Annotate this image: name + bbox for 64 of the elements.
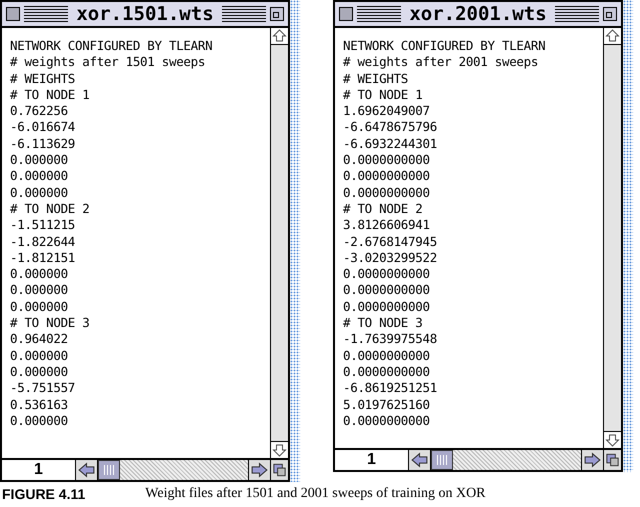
- text-line: -1.812151: [10, 250, 76, 266]
- text-line: # TO NODE 1: [343, 86, 424, 104]
- text-line: NETWORK CONFIGURED BY TLEARN: [343, 38, 546, 54]
- text-line: 0.0000000000: [343, 184, 431, 201]
- close-box[interactable]: [339, 7, 353, 21]
- horizontal-scrollbar[interactable]: [76, 460, 270, 480]
- horizontal-scrollbar[interactable]: [409, 450, 603, 470]
- text-line: # TO NODE 2: [10, 200, 90, 218]
- scroll-thumb[interactable]: [98, 460, 120, 480]
- text-line: 0.0000000000: [343, 152, 431, 168]
- text-line: 0.000000: [10, 298, 69, 316]
- text-line: 0.000000: [10, 152, 69, 168]
- text-line: # weights after 1501 sweeps: [10, 54, 206, 71]
- resize-box-icon[interactable]: [603, 450, 621, 470]
- text-line: 5.0197625160: [343, 396, 431, 413]
- text-line: 0.0000000000: [343, 364, 431, 380]
- text-line: NETWORK CONFIGURED BY TLEARN: [10, 38, 214, 54]
- text-line: # TO NODE 3: [10, 315, 90, 332]
- vertical-scrollbar[interactable]: [270, 28, 288, 458]
- text-line: -1.822644: [10, 234, 76, 250]
- text-line: 0.0000000000: [343, 168, 431, 185]
- text-line: -6.6478675796: [343, 119, 438, 136]
- window-title: xor.2001.wts: [408, 2, 548, 27]
- text-line: -6.016674: [10, 119, 76, 136]
- text-line: -6.6932244301: [343, 136, 438, 152]
- text-line: -2.6768147945: [343, 234, 438, 250]
- text-line: # TO NODE 2: [343, 200, 424, 218]
- figure-caption: Weight files after 1501 and 2001 sweeps of training on XOR: [145, 485, 486, 503]
- text-line: 3.8126606941: [343, 217, 431, 234]
- text-line: 0.964022: [10, 331, 69, 348]
- resize-box-icon[interactable]: [270, 460, 288, 480]
- zoom-box[interactable]: [603, 7, 617, 21]
- text-line: # TO NODE 3: [343, 315, 424, 332]
- text-line: -1.511215: [10, 217, 76, 234]
- text-line: 0.000000: [10, 364, 69, 380]
- text-line: 0.000000: [10, 266, 69, 282]
- text-line: -5.751557: [10, 380, 76, 397]
- text-line: # WEIGHTS: [343, 70, 410, 87]
- text-line: 0.0000000000: [343, 266, 431, 282]
- figure-label: FIGURE 4.11: [2, 485, 86, 503]
- scroll-thumb[interactable]: [431, 450, 453, 470]
- text-line: -1.7639975548: [343, 331, 438, 348]
- close-box[interactable]: [6, 7, 20, 21]
- text-line: 0.0000000000: [343, 298, 431, 316]
- text-line: -3.0203299522: [343, 250, 438, 266]
- text-line: 0.000000: [10, 348, 69, 364]
- text-line: 0.000000: [10, 412, 69, 430]
- window-title: xor.1501.wts: [75, 2, 215, 27]
- text-line: # weights after 2001 sweeps: [343, 54, 540, 71]
- text-line: -6.113629: [10, 136, 76, 152]
- text-line: 0.0000000000: [343, 412, 431, 430]
- text-line: 0.536163: [10, 396, 69, 413]
- text-line: 0.762256: [10, 103, 69, 120]
- text-line: # TO NODE 1: [10, 86, 90, 104]
- text-line: 0.000000: [10, 168, 69, 185]
- text-line: # WEIGHTS: [10, 70, 76, 87]
- text-line: 0.0000000000: [343, 348, 431, 364]
- text-line: 0.000000: [10, 282, 69, 299]
- text-line: 0.0000000000: [343, 282, 431, 299]
- text-line: 0.000000: [10, 184, 69, 201]
- vertical-scrollbar[interactable]: [603, 28, 621, 448]
- text-line: 1.6962049007: [343, 103, 431, 120]
- zoom-box[interactable]: [270, 7, 284, 21]
- text-line: -6.8619251251: [343, 380, 438, 397]
